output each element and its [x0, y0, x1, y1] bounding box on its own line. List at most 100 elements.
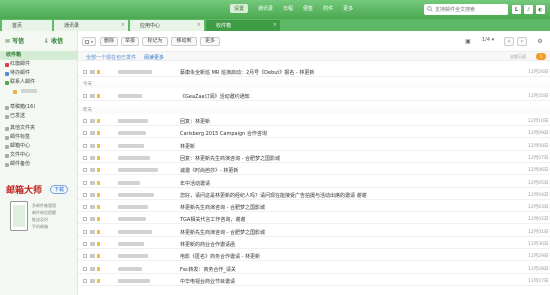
flag-icon[interactable]: [97, 94, 100, 98]
close-icon[interactable]: ×: [121, 22, 125, 28]
sidebar-item[interactable]: 已发送: [0, 112, 78, 121]
row-checkbox[interactable]: [83, 229, 87, 234]
flag-icon[interactable]: [97, 143, 100, 148]
top-toolbar-icon[interactable]: L: [512, 5, 521, 14]
email-subject[interactable]: 林更新: [180, 143, 195, 150]
prev-page-button[interactable]: ‹: [504, 37, 514, 46]
email-row[interactable]: 《GeaZaa订阅》活动邀约通知 11月25日 ›: [78, 91, 550, 101]
email-row[interactable]: 回复：林更新先生商演咨询 - 合肥梦之国影城 12月07日 ›: [78, 153, 550, 163]
select-all-checkbox[interactable]: ▾: [82, 37, 96, 46]
close-icon[interactable]: ×: [273, 22, 277, 28]
download-button[interactable]: 下载: [50, 185, 69, 194]
email-subject[interactable]: 您好，请问这是林更新的经纪人吗？请问现在能接受广告拍摄与活动出席的邀请 谢谢: [180, 192, 367, 199]
flag-icon[interactable]: [97, 168, 100, 173]
row-checkbox[interactable]: [83, 131, 87, 136]
email-row[interactable]: 回复：林更新 12月10日 ›: [78, 116, 550, 126]
tab-app-center[interactable]: 应用中心 ×: [130, 20, 204, 31]
top-toolbar-icon[interactable]: ◐: [536, 5, 545, 14]
flag-icon[interactable]: [97, 70, 100, 74]
row-checkbox[interactable]: [83, 205, 87, 210]
flag-icon[interactable]: [97, 254, 100, 259]
flag-icon[interactable]: [97, 278, 100, 283]
top-menu-item[interactable]: 附件: [323, 5, 333, 13]
flag-icon[interactable]: [97, 119, 100, 123]
email-subject[interactable]: 年中活动邀请: [180, 180, 210, 187]
email-subject[interactable]: 林更新先生商演咨询 - 合肥梦之国影城: [180, 229, 265, 236]
top-menu-item[interactable]: 更多: [343, 5, 353, 13]
flag-icon[interactable]: [97, 155, 100, 160]
row-checkbox[interactable]: [83, 168, 87, 173]
row-checkbox[interactable]: [83, 94, 87, 98]
email-row[interactable]: Carlsberg 2015 Campaign 合作咨询 12月09日 ›: [78, 128, 550, 139]
flag-icon[interactable]: [97, 242, 100, 246]
row-checkbox[interactable]: [83, 143, 87, 148]
email-row[interactable]: Fw:转发：商务合作_请关 11月28日 ›: [78, 264, 550, 274]
flag-icon[interactable]: [97, 229, 100, 234]
row-checkbox[interactable]: [83, 70, 87, 74]
next-page-button[interactable]: ›: [517, 37, 527, 46]
email-subject[interactable]: 诚邀《时尚芭莎》- 林更新: [180, 167, 238, 174]
sidebar-item[interactable]: 其他文件夹: [0, 124, 78, 133]
mark-as-dropdown[interactable]: 标记为: [142, 37, 168, 46]
mark-all-read-link[interactable]: 全部已读: [510, 54, 526, 60]
email-subject[interactable]: Carlsberg 2015 Campaign 合作咨询: [180, 130, 267, 137]
top-menu-item[interactable]: 便签: [303, 5, 313, 13]
email-subject[interactable]: 中华电视台商业节目邀请: [180, 278, 235, 285]
email-row[interactable]: 中华电视台商业节目邀请 11月27日 ›: [78, 276, 550, 286]
email-row[interactable]: 林更新 12月08日 ›: [78, 141, 550, 151]
sidebar-item[interactable]: 待办邮件: [0, 69, 78, 78]
row-checkbox[interactable]: [83, 266, 87, 271]
email-row[interactable]: 电影《匿名》商务合作邀请 - 林更新 11月29日 ›: [78, 251, 550, 262]
receive-button[interactable]: ⇩ 收信: [44, 36, 63, 45]
row-checkbox[interactable]: [83, 119, 87, 123]
mail-master-promo[interactable]: 邮箱大师 下载 多邮件集管理 邮件新信提醒 推送及时 手机邮箱: [4, 183, 76, 253]
row-checkbox[interactable]: [83, 180, 87, 185]
email-subject[interactable]: TGA相关代言工作咨询，谢谢: [180, 216, 245, 223]
email-row[interactable]: 诚邀《时尚芭莎》- 林更新 12月06日 ›: [78, 165, 550, 176]
email-subject[interactable]: 回复：林更新先生商演咨询 - 合肥梦之国影城: [180, 155, 280, 162]
delete-button[interactable]: 删除: [100, 37, 118, 46]
sidebar-item[interactable]: [0, 87, 78, 96]
tab-inbox[interactable]: 收件箱 ×: [206, 20, 280, 31]
row-checkbox[interactable]: [83, 278, 87, 283]
email-row[interactable]: 林更新的商业合作邀请函 11月30日 ›: [78, 239, 550, 249]
flag-icon[interactable]: [97, 266, 100, 271]
flag-icon[interactable]: [97, 205, 100, 210]
email-subject[interactable]: 《GeaZaa订阅》活动邀约通知: [180, 93, 250, 100]
email-subject[interactable]: Fw:转发：商务合作_请关: [180, 266, 236, 273]
top-menu-item[interactable]: 设置: [230, 4, 249, 13]
email-subject[interactable]: 蔡康永全新巡 MR 巡演启动：2月号《Debut》报名 - 林更新: [180, 69, 314, 76]
row-checkbox[interactable]: [83, 254, 87, 259]
compose-button[interactable]: ✉ 写信: [5, 36, 24, 45]
top-toolbar-icon[interactable]: ♪: [524, 5, 533, 14]
move-to-dropdown[interactable]: 移动到: [171, 37, 197, 46]
sidebar-item[interactable]: 文件中心: [0, 151, 78, 160]
email-row[interactable]: 蔡康永全新巡 MR 巡演启动：2月号《Debut》报名 - 林更新 11月26日 ›: [78, 67, 550, 77]
sidebar-item[interactable]: 收件箱: [0, 51, 78, 60]
sidebar-item[interactable]: 邮件备份: [0, 160, 78, 169]
settings-gear-icon[interactable]: ⚙: [536, 38, 544, 46]
page-indicator[interactable]: 1/4 ▾: [482, 37, 494, 43]
report-button[interactable]: 举报: [121, 37, 139, 46]
more-dropdown[interactable]: 更多: [200, 37, 220, 46]
sidebar-item[interactable]: 邮件标签: [0, 133, 78, 142]
email-subject[interactable]: 林更新的商业合作邀请函: [180, 241, 235, 248]
notice-link[interactable]: 阅读更多: [144, 54, 164, 61]
close-icon[interactable]: ×: [197, 22, 201, 28]
sidebar-item[interactable]: 草稿箱(16): [0, 103, 78, 112]
sidebar-item[interactable]: 联系人邮件: [0, 78, 78, 87]
email-row[interactable]: 您好，请问这是林更新的经纪人吗？请问现在能接受广告拍摄与活动出席的邀请 谢谢 12…: [78, 190, 550, 200]
flag-icon[interactable]: [97, 180, 100, 185]
flag-icon[interactable]: [97, 131, 100, 136]
email-row[interactable]: 林更新先生商演咨询 - 合肥梦之国影城 12月01日 ›: [78, 227, 550, 237]
sidebar-item[interactable]: 邮箱中心: [0, 142, 78, 151]
email-row[interactable]: 年中活动邀请 12月05日 ›: [78, 178, 550, 188]
row-checkbox[interactable]: [83, 217, 87, 222]
view-toggle-icon[interactable]: ▣: [464, 38, 472, 46]
row-checkbox[interactable]: [83, 192, 87, 197]
top-menu-item[interactable]: 通讯录: [258, 5, 273, 13]
top-menu-item[interactable]: 日程: [283, 5, 293, 13]
email-subject[interactable]: 林更新先生商演咨询 - 合肥梦之国影城: [180, 204, 265, 211]
tab-home[interactable]: 首页: [2, 20, 52, 31]
email-subject[interactable]: 电影《匿名》商务合作邀请 - 林更新: [180, 253, 260, 260]
